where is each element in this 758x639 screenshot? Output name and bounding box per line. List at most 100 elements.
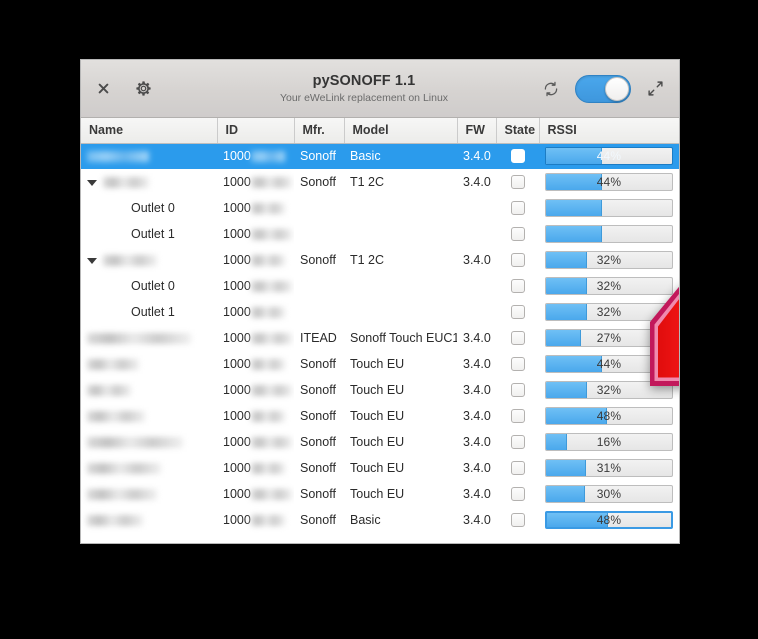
cell-fw: 3.4.0 <box>463 175 491 189</box>
cell-id: 1000 <box>217 507 294 533</box>
redacted-name <box>87 359 139 371</box>
table-row[interactable]: Outlet 0 1000 32% <box>81 273 679 299</box>
state-checkbox[interactable] <box>510 149 525 164</box>
rssi-progress-bar[interactable]: 30% <box>545 485 673 503</box>
table-row[interactable]: 1000 Sonoff Touch EU 3.4.0 32% <box>81 377 679 403</box>
cell-model: T1 2C <box>350 175 385 189</box>
cell-name: Outlet 0 <box>81 195 217 221</box>
rssi-progress-bar[interactable]: 48% <box>545 407 673 425</box>
cell-model: Basic <box>344 143 457 169</box>
id-prefix: 1000 <box>223 149 251 164</box>
gear-icon <box>135 81 151 96</box>
titlebar-right-controls <box>517 74 679 103</box>
cell-model: Touch EU <box>350 357 405 371</box>
table-row[interactable]: Outlet 1 1000 <box>81 221 679 247</box>
cell-id: 1000 <box>217 325 294 351</box>
table-row[interactable]: 1000 Sonoff Touch EU 3.4.0 48% <box>81 403 679 429</box>
table-row[interactable]: Outlet 1 1000 32% <box>81 299 679 325</box>
column-header-name[interactable]: Name <box>81 118 218 144</box>
chevron-down-icon[interactable] <box>87 179 97 186</box>
chevron-down-icon[interactable] <box>87 257 97 264</box>
cell-model: Touch EU <box>350 409 405 423</box>
state-checkbox[interactable] <box>510 253 525 267</box>
cell-name <box>81 403 217 429</box>
state-checkbox[interactable] <box>510 513 525 527</box>
cell-state <box>496 429 539 455</box>
cell-model <box>344 273 457 299</box>
table-row[interactable]: 1000 Sonoff Touch EU 3.4.0 44% <box>81 351 679 377</box>
state-checkbox[interactable] <box>510 331 525 345</box>
rssi-progress-bar[interactable]: 32% <box>545 381 673 399</box>
redacted-id <box>250 281 292 293</box>
cell-mfr: Sonoff <box>300 383 336 397</box>
state-checkbox[interactable] <box>510 175 525 189</box>
cell-model <box>344 221 457 247</box>
close-button[interactable] <box>91 77 115 101</box>
table-row[interactable]: 1000 Sonoff T1 2C 3.4.0 44% <box>81 169 679 195</box>
redacted-id <box>250 177 292 189</box>
expand-button[interactable] <box>643 77 667 101</box>
table-row[interactable]: 1000 ITEAD Sonoff Touch EUC1 3.4.0 27% <box>81 325 679 351</box>
state-checkbox[interactable] <box>510 279 525 293</box>
table-row[interactable]: 1000 Sonoff Basic 3.4.0 48% <box>81 507 679 533</box>
cell-rssi: 31% <box>539 455 679 481</box>
rssi-progress-bar[interactable]: 31% <box>545 459 673 477</box>
column-header-fw[interactable]: FW <box>457 118 497 144</box>
rssi-progress-bar[interactable] <box>545 199 673 217</box>
rssi-progress-bar[interactable]: 32% <box>545 251 673 269</box>
cell-fw: 3.4.0 <box>463 331 491 345</box>
cell-fw: 3.4.0 <box>463 435 491 449</box>
name-label: Outlet 0 <box>131 201 175 215</box>
table-row[interactable]: Outlet 0 1000 <box>81 195 679 221</box>
rssi-progress-bar[interactable]: 44% <box>545 355 673 373</box>
table-row[interactable]: 1000 Sonoff Touch EU 3.4.0 31% <box>81 455 679 481</box>
table-row[interactable]: 1000 Sonoff Basic 3.4.0 44% <box>81 143 679 169</box>
rssi-progress-bar[interactable]: 32% <box>545 303 673 321</box>
redacted-name <box>87 151 149 163</box>
cell-state <box>496 507 539 533</box>
cell-mfr: Sonoff <box>294 143 344 169</box>
cell-state <box>496 221 539 247</box>
refresh-button[interactable] <box>539 77 563 101</box>
id-prefix: 1000 <box>223 279 251 293</box>
table-body: 1000 Sonoff Basic 3.4.0 44% 1000 Sonoff T1 2C 3.… <box>81 143 679 533</box>
column-header-model[interactable]: Model <box>344 118 458 144</box>
cell-state <box>496 377 539 403</box>
table-row[interactable]: 1000 Sonoff T1 2C 3.4.0 32% <box>81 247 679 273</box>
redacted-id <box>250 151 285 163</box>
state-checkbox[interactable] <box>510 461 525 475</box>
state-checkbox[interactable] <box>510 305 525 319</box>
rssi-progress-bar[interactable]: 16% <box>545 433 673 451</box>
column-header-id[interactable]: ID <box>217 118 295 144</box>
state-checkbox[interactable] <box>510 435 525 449</box>
global-power-toggle[interactable] <box>575 74 631 103</box>
cell-rssi: 44% <box>539 351 679 377</box>
toggle-knob <box>605 76 629 101</box>
rssi-progress-bar[interactable] <box>545 225 673 243</box>
rssi-progress-bar[interactable]: 32% <box>545 277 673 295</box>
cell-state <box>496 143 539 169</box>
cell-state <box>496 247 539 273</box>
table-row[interactable]: 1000 Sonoff Touch EU 3.4.0 16% <box>81 429 679 455</box>
rssi-progress-bar[interactable]: 44% <box>545 147 673 166</box>
app-window: pySONOFF 1.1 Your eWeLink replacement on… <box>80 59 680 544</box>
rssi-progress-bar[interactable]: 48% <box>545 511 673 529</box>
cell-mfr: Sonoff <box>300 513 336 527</box>
cell-mfr: Sonoff <box>300 435 336 449</box>
rssi-progress-bar[interactable]: 44% <box>545 173 673 191</box>
name-label: Outlet 0 <box>131 279 175 293</box>
column-header-mfr[interactable]: Mfr. <box>294 118 345 144</box>
rssi-progress-bar[interactable]: 27% <box>545 329 673 347</box>
state-checkbox[interactable] <box>510 487 525 501</box>
table-row[interactable]: 1000 Sonoff Touch EU 3.4.0 30% <box>81 481 679 507</box>
settings-button[interactable] <box>131 77 155 101</box>
state-checkbox[interactable] <box>510 409 525 423</box>
column-header-state[interactable]: State <box>496 118 540 144</box>
state-checkbox[interactable] <box>510 201 525 215</box>
column-header-rssi[interactable]: RSSI <box>539 118 679 144</box>
screen: { "window": { "title": "pySONOFF 1.1", "… <box>0 0 758 639</box>
state-checkbox[interactable] <box>510 227 525 241</box>
cell-rssi: 44% <box>539 143 679 169</box>
state-checkbox[interactable] <box>510 383 525 397</box>
state-checkbox[interactable] <box>510 357 525 371</box>
